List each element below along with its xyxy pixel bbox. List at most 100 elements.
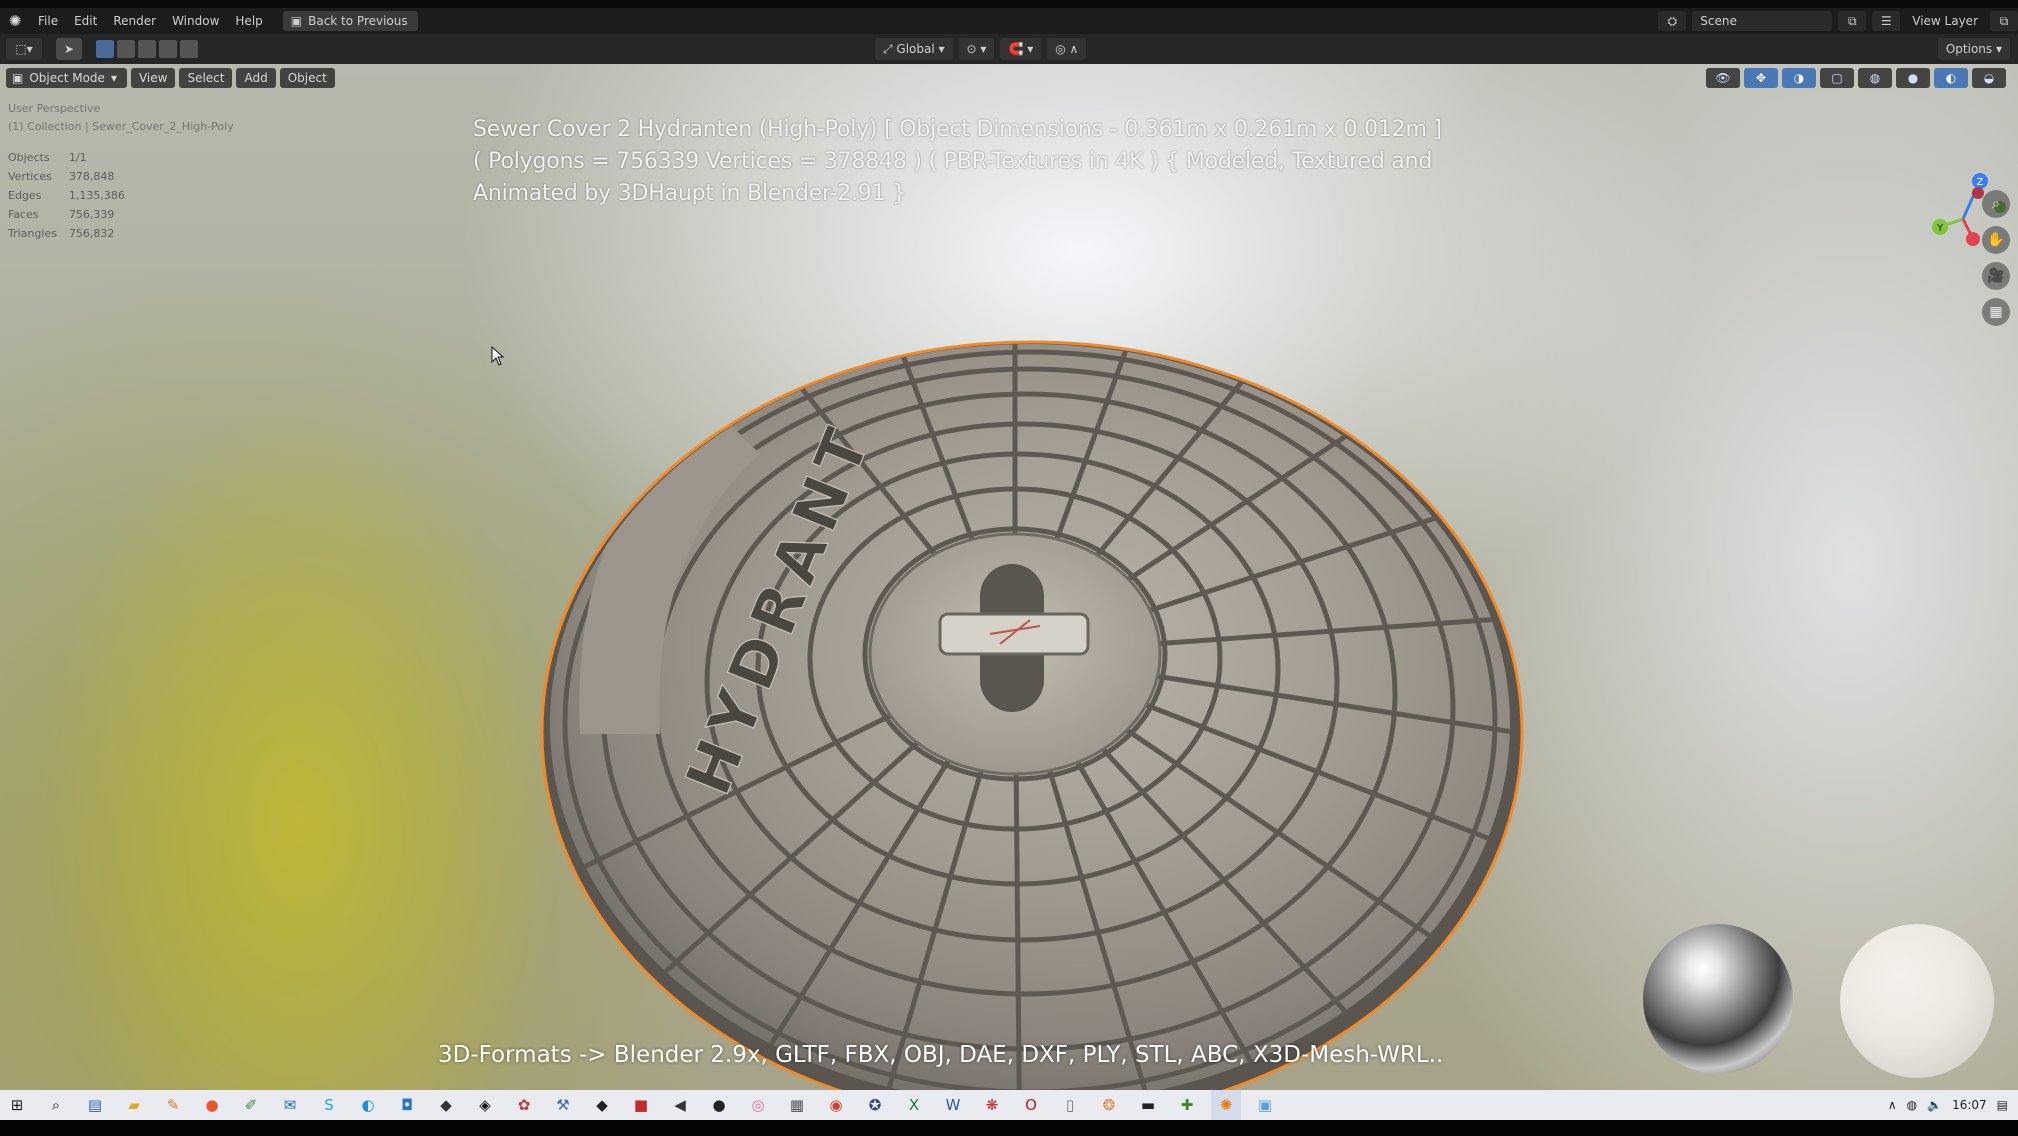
app-flower-icon[interactable]: ❋ [977,1090,1007,1120]
editor-type-icon[interactable]: ⬚▾ [6,38,42,60]
save-icon[interactable]: ▤ [80,1090,110,1120]
view-layer-field[interactable]: View Layer [1906,14,1984,28]
visibility-selectability-icon[interactable]: 👁 [1706,68,1740,88]
menu-object[interactable]: Object [279,68,335,88]
menu-file[interactable]: File [30,8,66,34]
stat-value: 756,832 [68,226,115,240]
sewer-cover-model[interactable]: HYDRANT [510,314,1570,1090]
object-mode-dropdown[interactable]: ▣ Object Mode ▾ [6,68,127,88]
snap-toggle[interactable]: 🧲 ▾ [1000,38,1042,60]
new-view-layer-icon[interactable]: ⧉ [1990,11,2018,31]
select-mode-new-icon[interactable] [96,40,114,58]
shading-solid-icon[interactable]: ● [1896,68,1930,88]
ortho-grid-icon[interactable]: ▦ [1982,298,2010,326]
paint-icon[interactable]: ✎ [158,1090,188,1120]
app-tool-icon[interactable]: ⚒ [548,1090,578,1120]
overlays-toggle-icon[interactable]: ◑ [1782,68,1816,88]
app-pink-icon[interactable]: ◎ [743,1090,773,1120]
stats-row: Edges 1,135,386 [8,186,137,205]
transform-settings: ⤢ Global ▾ ⊙ ▾ 🧲 ▾ ◎ ∧ [875,38,1087,60]
app-k-icon[interactable]: ◀ [665,1090,695,1120]
title-line: Animated by 3DHaupt in Blender-2.91 } [473,181,906,206]
menu-help[interactable]: Help [227,8,270,34]
shading-material-preview-icon[interactable]: ◐ [1934,68,1968,88]
top-menu-bar: ✺ File Edit Render Window Help ▣ Back to… [0,8,2018,34]
unity-icon[interactable]: ◈ [470,1090,500,1120]
app-star-icon[interactable]: ✪ [860,1090,890,1120]
back-to-previous-label: Back to Previous [308,14,408,28]
windows-start-icon[interactable]: ⊞ [2,1090,32,1120]
firefox-icon[interactable]: ● [197,1090,227,1120]
select-mode-subtract-icon[interactable] [138,40,156,58]
camera-view-icon[interactable]: 🎥 [1982,262,2010,290]
search-icon[interactable]: ⌕ [41,1090,71,1120]
word-icon[interactable]: W [938,1090,968,1120]
gizmo-toggle-icon[interactable]: ✥ [1744,68,1778,88]
calculator-icon[interactable]: ▦ [782,1090,812,1120]
gizmo-x-handle[interactable] [1966,232,1980,246]
app-ball-icon[interactable]: ● [704,1090,734,1120]
menu-window[interactable]: Window [164,8,227,34]
stat-value: 1,135,386 [68,188,125,202]
app-green-icon[interactable]: ✚ [1172,1090,1202,1120]
blender-logo-icon[interactable]: ✺ [0,8,30,34]
proportional-edit-toggle[interactable]: ◎ ∧ [1047,38,1087,60]
xray-toggle-icon[interactable]: ▢ [1820,68,1854,88]
collection-label: (1) Collection | Sewer_Cover_2_High-Poly [8,120,234,133]
select-mode-intersect-icon[interactable] [180,40,198,58]
pivot-point-dropdown[interactable]: ⊙ ▾ [958,38,995,60]
scene-name-field[interactable]: Scene [1692,11,1833,31]
excel-icon[interactable]: X [899,1090,929,1120]
shading-rendered-icon[interactable]: ◒ [1972,68,2006,88]
clock[interactable]: 16:07 [1952,1098,1987,1112]
select-mode-extend-icon[interactable] [117,40,135,58]
system-tray: ∧ ◍ 🔈 16:07 ▤ [1888,1090,2008,1120]
zoom-icon[interactable]: ⌕ [1982,190,2010,218]
blender-taskbar-icon[interactable]: ✺ [1211,1090,1241,1120]
skype-icon[interactable]: S [314,1090,344,1120]
chrome-icon[interactable]: ◉ [821,1090,851,1120]
new-scene-icon[interactable]: ⧉ [1838,11,1867,31]
stats-table: Objects 1/1 Vertices 378,848 Edges 1,135,38… [8,148,137,243]
menu-edit[interactable]: Edit [66,8,105,34]
edge-icon[interactable]: ◐ [353,1090,383,1120]
stats-row: Vertices 378,848 [8,167,137,186]
file-explorer-icon[interactable]: ▰ [119,1090,149,1120]
outlook-icon[interactable]: ✉ [275,1090,305,1120]
app-light-icon[interactable]: ▣ [1250,1090,1280,1120]
3d-viewport[interactable]: ▣ Object Mode ▾ View Select Add Object 👁… [0,64,2018,1090]
app-gem-icon[interactable]: ◆ [587,1090,617,1120]
app-dark-icon[interactable]: ◆ [431,1090,461,1120]
stat-label: Triangles [8,226,57,240]
app-blue-icon[interactable]: ◘ [392,1090,422,1120]
app-red-icon[interactable]: ✿ [509,1090,539,1120]
network-icon[interactable]: ◍ [1907,1098,1917,1112]
app-red2-icon[interactable]: ■ [626,1090,656,1120]
menu-add[interactable]: Add [236,68,276,88]
options-label: Options [1945,42,1993,56]
chevron-up-icon[interactable]: ∧ [1888,1098,1897,1112]
orientation-dropdown[interactable]: ⤢ Global ▾ [875,38,953,60]
menu-select[interactable]: Select [179,68,233,88]
topbar-right: ⛭ Scene ⧉ ☰ View Layer ⧉ [1658,8,2018,34]
notepad-icon[interactable]: ✐ [236,1090,266,1120]
opera-icon[interactable]: O [1016,1090,1046,1120]
terminal-icon[interactable]: ▬ [1133,1090,1163,1120]
pan-hand-icon[interactable]: ✋ [1982,226,2010,254]
stats-row: Objects 1/1 [8,148,137,167]
viewport-stats-overlay: User Perspective (1) Collection | Sewer_… [8,100,234,243]
select-mode-invert-icon[interactable] [159,40,177,58]
menu-view[interactable]: View [130,68,176,88]
scene-selector-icon[interactable]: ⛭ [1658,11,1687,31]
options-dropdown[interactable]: Options ▾ [1937,38,2010,60]
document-icon[interactable]: ▯ [1055,1090,1085,1120]
notification-icon[interactable]: ▤ [1997,1098,2008,1112]
view-layer-selector-icon[interactable]: ☰ [1872,11,1901,31]
shading-wireframe-icon[interactable]: ◍ [1858,68,1892,88]
back-to-previous-button[interactable]: ▣ Back to Previous [282,11,418,31]
volume-icon[interactable]: 🔈 [1927,1098,1942,1112]
app-orange-icon[interactable]: ❂ [1094,1090,1124,1120]
select-tool-icon[interactable]: ➤ [56,38,82,60]
menu-render[interactable]: Render [105,8,164,34]
object-mode-label: Object Mode [29,71,105,85]
